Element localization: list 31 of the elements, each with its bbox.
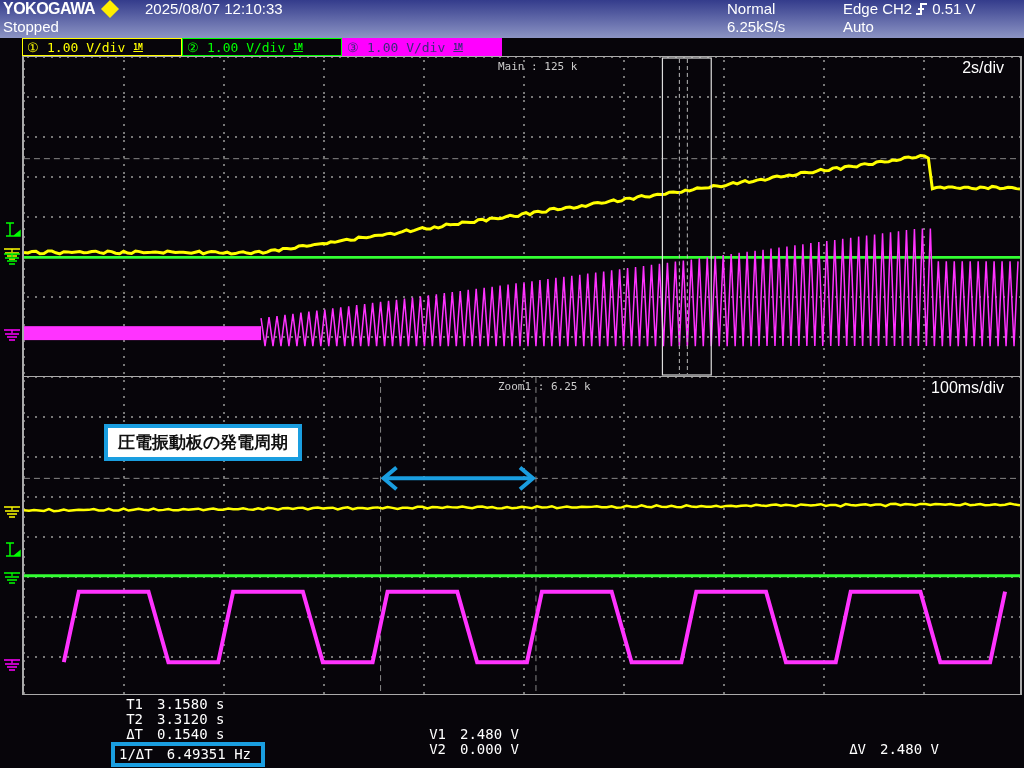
rising-edge-icon xyxy=(916,2,929,16)
readout-row-text: ΔV 2.480 V xyxy=(848,742,939,757)
readout-row-text: T2 3.3120 s xyxy=(125,712,226,727)
brand-logo: YOKOGAWA xyxy=(3,0,95,18)
ground-icon xyxy=(4,572,20,584)
annotation-label: 圧電振動板の発電周期 xyxy=(104,424,302,461)
ground-icon xyxy=(4,506,20,518)
sample-rate: 6.25kS/s xyxy=(727,18,787,36)
ground-icon xyxy=(4,253,20,265)
readout-row-text: T1 3.1580 s xyxy=(125,697,226,712)
timebase-label: 2s/div xyxy=(962,59,1004,77)
channel-tab[interactable]: ② 1.00 V/div 1M xyxy=(182,38,342,56)
channel-tab[interactable]: ① 1.00 V/div 1M xyxy=(22,38,182,56)
run-status: Stopped xyxy=(3,18,60,36)
datetime-text: 2025/08/07 12:10:33 xyxy=(145,0,283,18)
highlighted-readout: 1/ΔT 6.49351 Hz xyxy=(111,742,265,767)
readout-row-text: ΔT 0.1540 s xyxy=(125,727,226,742)
ground-icon xyxy=(4,659,20,671)
window-label: Main : 125 k xyxy=(498,60,578,73)
window-label: Zoom1 : 6.25 k xyxy=(498,380,591,393)
ground-icon xyxy=(4,329,20,341)
trigger-mode: Auto xyxy=(843,18,875,36)
ground-icon xyxy=(4,248,20,260)
timebase-label: 100ms/div xyxy=(931,379,1004,397)
trigger-source: Edge CH2 xyxy=(843,0,913,18)
diamond-icon xyxy=(101,0,119,18)
readout-row-text: V1 2.480 V xyxy=(428,727,520,742)
readout-row-text: V2 0.000 V xyxy=(428,742,520,757)
trigger-level: 0.51 V xyxy=(932,0,976,18)
acquisition-mode: Normal xyxy=(727,0,777,18)
channel-tab[interactable]: ③ 1.00 V/div 1M xyxy=(342,38,502,56)
